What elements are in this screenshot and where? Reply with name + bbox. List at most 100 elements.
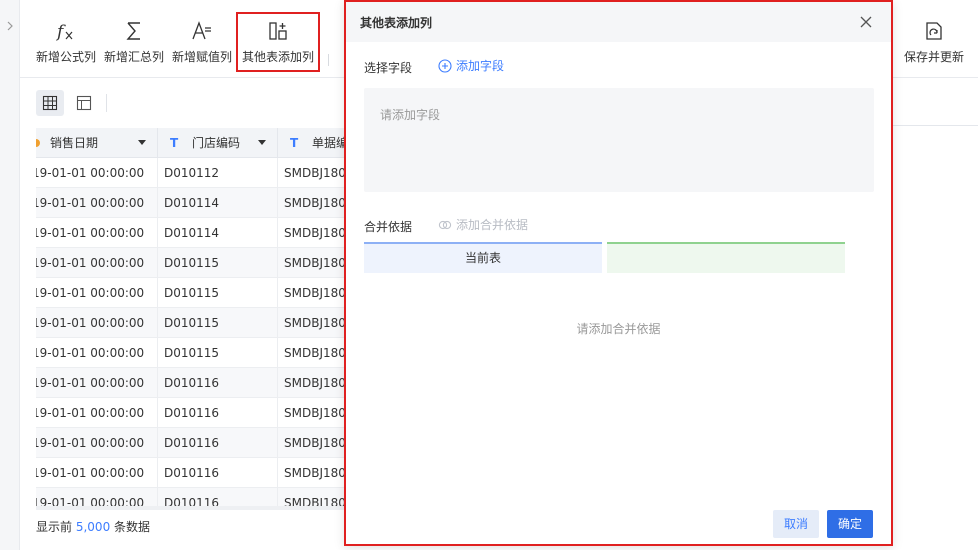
field-list-box[interactable]: 请添加字段 xyxy=(364,88,874,192)
table-cell: D010116 xyxy=(158,428,278,458)
table-cell: SMDBJ180 xyxy=(284,376,346,390)
table-header: 销售日期 T 门店编码 T 单据编 xyxy=(36,128,348,158)
text-type-icon: T xyxy=(170,136,179,150)
add-merge-basis-text: 添加合并依据 xyxy=(456,218,529,232)
table-cell: 19-01-01 00:00:00 xyxy=(36,458,158,488)
add-column-from-other-table-label: 其他表添加列 xyxy=(241,50,314,64)
add-summary-column-label: 新增汇总列 xyxy=(103,50,164,64)
layout-icon xyxy=(76,95,92,111)
svg-text:f: f xyxy=(55,22,66,42)
date-type-icon xyxy=(36,139,40,147)
formula-icon: f xyxy=(55,22,73,42)
table-cell: SMDBJ180 xyxy=(284,286,346,300)
table-cell: 19-01-01 00:00:00 xyxy=(36,368,158,398)
sigma-icon xyxy=(126,22,140,40)
column-header-store-code[interactable]: T 门店编码 xyxy=(158,128,278,158)
caret-down-icon[interactable] xyxy=(138,140,146,145)
add-field-link[interactable]: 添加字段 xyxy=(438,57,504,74)
table-row[interactable]: 19-01-01 00:00:00 D010116 SMDBJ180 xyxy=(36,428,348,458)
caret-down-icon[interactable] xyxy=(258,140,266,145)
table-body: 19-01-01 00:00:00 D010112 SMDBJ180 19-01-01… xyxy=(36,158,348,508)
merge-basis-placeholder: 请添加合并依据 xyxy=(576,322,661,336)
add-column-from-other-table-button[interactable]: 其他表添加列 xyxy=(236,12,320,72)
plus-circle-icon xyxy=(438,58,452,73)
table-cell: SMDBJ180 xyxy=(284,436,346,450)
column-header-sales-date[interactable]: 销售日期 xyxy=(36,128,158,158)
table-cell: D010112 xyxy=(158,158,278,188)
table-cell: SMDBJ180 xyxy=(284,166,346,180)
table-cell: SMDBJ180 xyxy=(284,466,346,480)
grid-view-button[interactable] xyxy=(36,90,64,116)
add-summary-column-button[interactable]: 新增汇总列 xyxy=(100,14,168,70)
row-count-suffix: 条数据 xyxy=(114,520,151,534)
add-assign-column-button[interactable]: 新增赋值列 xyxy=(168,14,236,70)
table-row[interactable]: 19-01-01 00:00:00 D010115 SMDBJ180 xyxy=(36,248,348,278)
table-cell: 19-01-01 00:00:00 xyxy=(36,398,158,428)
layout-view-button[interactable] xyxy=(70,90,98,116)
add-field-text: 添加字段 xyxy=(456,59,505,73)
column-header-doc-no[interactable]: T 单据编 xyxy=(278,128,348,158)
toolbar-divider xyxy=(328,54,329,66)
add-column-from-other-table-dialog: 其他表添加列 选择字段 添加字段 请添加字段 合并依据 添加合并依据 当前表 请… xyxy=(344,0,893,546)
table-cell: SMDBJ180 xyxy=(284,226,346,240)
column-header-label: 销售日期 xyxy=(50,136,99,150)
other-table-column[interactable] xyxy=(607,242,845,273)
horizontal-scrollbar[interactable] xyxy=(36,506,348,510)
close-icon[interactable] xyxy=(858,14,874,30)
table-cell: SMDBJ180 xyxy=(284,406,346,420)
add-merge-basis-link: 添加合并依据 xyxy=(438,216,528,233)
add-column-icon xyxy=(269,22,287,40)
table-row[interactable]: 19-01-01 00:00:00 D010115 SMDBJ180 xyxy=(36,308,348,338)
row-count-value: 5,000 xyxy=(75,520,111,534)
table-cell: 19-01-01 00:00:00 xyxy=(36,428,158,458)
dialog-header: 其他表添加列 xyxy=(346,2,891,42)
column-header-label: 门店编码 xyxy=(192,136,241,150)
table-row[interactable]: 19-01-01 00:00:00 D010115 SMDBJ180 xyxy=(36,338,348,368)
row-count-prefix: 显示前 xyxy=(36,520,73,534)
save-update-icon xyxy=(926,22,942,40)
table-cell: D010114 xyxy=(158,218,278,248)
save-and-update-button[interactable]: 保存并更新 xyxy=(898,14,970,70)
table-row[interactable]: 19-01-01 00:00:00 D010115 SMDBJ180 xyxy=(36,278,348,308)
table-row[interactable]: 19-01-01 00:00:00 D010114 SMDBJ180 xyxy=(36,218,348,248)
cancel-button[interactable]: 取消 xyxy=(773,510,819,538)
table-cell: 19-01-01 00:00:00 xyxy=(36,188,158,218)
table-cell: D010115 xyxy=(158,338,278,368)
view-switcher xyxy=(20,80,350,126)
view-divider xyxy=(106,94,107,112)
chevron-right-icon[interactable] xyxy=(4,20,16,32)
link-circles-icon xyxy=(438,220,452,229)
table-cell: SMDBJ180 xyxy=(284,256,346,270)
table-cell: D010116 xyxy=(158,458,278,488)
column-header-label: 单据编 xyxy=(312,136,348,150)
table-row[interactable]: 19-01-01 00:00:00 D010116 SMDBJ180 xyxy=(36,368,348,398)
row-count-info: 显示前 5,000 条数据 xyxy=(36,518,150,535)
merge-basis-label: 合并依据 xyxy=(364,220,413,234)
table-row[interactable]: 19-01-01 00:00:00 D010116 SMDBJ180 xyxy=(36,488,348,508)
table-cell: D010115 xyxy=(158,248,278,278)
select-field-label: 选择字段 xyxy=(364,61,413,75)
add-formula-column-label: 新增公式列 xyxy=(35,50,96,64)
table-row[interactable]: 19-01-01 00:00:00 D010116 SMDBJ180 xyxy=(36,458,348,488)
table-cell: D010116 xyxy=(158,488,278,508)
table-row[interactable]: 19-01-01 00:00:00 D010112 SMDBJ180 xyxy=(36,158,348,188)
table-cell: 19-01-01 00:00:00 xyxy=(36,338,158,368)
background-panel-right xyxy=(888,80,978,126)
table-cell: D010115 xyxy=(158,308,278,338)
current-table-column: 当前表 xyxy=(364,242,602,273)
table-cell: D010115 xyxy=(158,278,278,308)
table-cell: D010116 xyxy=(158,398,278,428)
save-and-update-label: 保存并更新 xyxy=(903,50,964,64)
left-collapse-strip[interactable] xyxy=(0,0,20,550)
table-cell: 19-01-01 00:00:00 xyxy=(36,308,158,338)
table-row[interactable]: 19-01-01 00:00:00 D010116 SMDBJ180 xyxy=(36,398,348,428)
app-window: f 新增公式列 新增汇总列 新增赋值列 其他表添加列 保存并更新 销售日期 T … xyxy=(0,0,978,550)
add-formula-column-button[interactable]: f 新增公式列 xyxy=(32,14,100,70)
text-type-icon: T xyxy=(290,136,299,150)
table-cell: SMDBJ180 xyxy=(284,496,346,508)
table-cell: 19-01-01 00:00:00 xyxy=(36,488,158,508)
table-row[interactable]: 19-01-01 00:00:00 D010114 SMDBJ180 xyxy=(36,188,348,218)
dialog-title: 其他表添加列 xyxy=(360,16,433,30)
grid-icon xyxy=(42,95,58,111)
confirm-button[interactable]: 确定 xyxy=(827,510,873,538)
